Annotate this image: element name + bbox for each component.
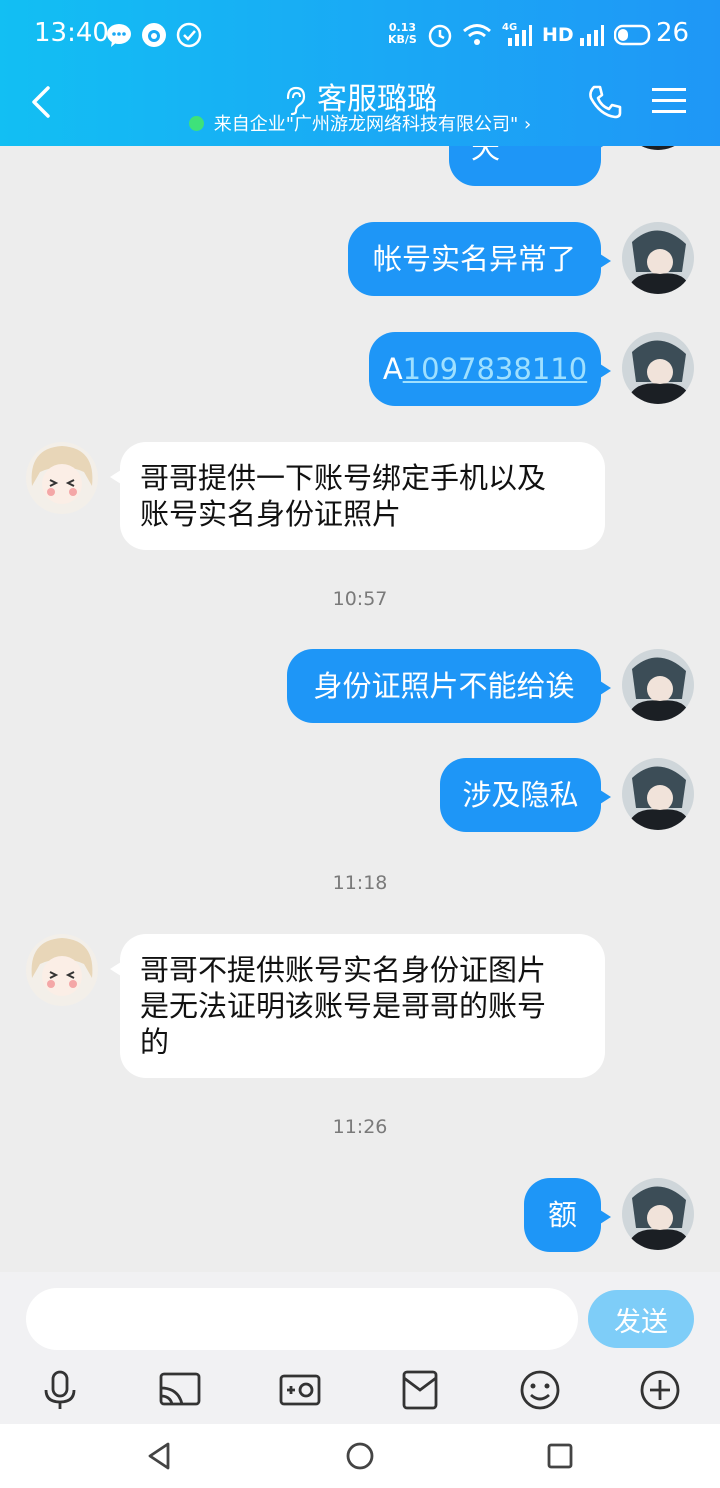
- composer-bar: 发送: [0, 1272, 720, 1424]
- message-text: 额: [547, 1198, 577, 1232]
- message-bubble-outgoing[interactable]: 656老天: [449, 146, 611, 186]
- online-status-dot: [188, 115, 204, 131]
- emoji-icon[interactable]: [518, 1368, 562, 1412]
- status-time: 13:40: [34, 18, 109, 48]
- message-bubble-outgoing[interactable]: 身份证照片不能给诶: [287, 649, 611, 723]
- timestamp: 10:57: [332, 588, 388, 610]
- message-text: 帐号实名异常了: [372, 242, 576, 276]
- message-line: 账号实名身份证照片: [140, 497, 402, 531]
- message-line: 哥哥提供一下账号绑定手机以及: [140, 461, 547, 495]
- battery-icon: [614, 24, 651, 46]
- agent-avatar-image: [26, 934, 98, 1006]
- message-text: 656老天: [471, 146, 501, 165]
- wifi-icon: [463, 24, 491, 45]
- user-avatar[interactable]: [622, 758, 694, 830]
- message-line: 的: [140, 1025, 170, 1059]
- message-bubble-incoming[interactable]: 哥哥不提供账号实名身份证图片 是无法证明该账号是哥哥的账号 的: [110, 934, 605, 1078]
- user-avatar[interactable]: [622, 332, 694, 404]
- nav-back-icon[interactable]: [144, 1440, 176, 1472]
- timestamp: 11:26: [332, 1116, 388, 1138]
- system-nav-bar: [0, 1424, 720, 1488]
- user-avatar-image: [622, 1178, 694, 1250]
- user-avatar[interactable]: [622, 649, 694, 721]
- message-line: 哥哥不提供账号实名身份证图片: [140, 953, 547, 987]
- photo-icon[interactable]: [278, 1368, 322, 1412]
- message-bubble-outgoing[interactable]: 涉及隐私: [440, 758, 611, 832]
- app-notification-icon: [142, 23, 166, 47]
- net-speed: 0.13 KB/S: [388, 22, 417, 46]
- agent-avatar-image: [26, 442, 98, 514]
- user-avatar-image: [622, 758, 694, 830]
- check-circle-icon: [176, 22, 202, 48]
- message-prefix: A: [382, 352, 403, 386]
- user-avatar-image: [622, 332, 694, 404]
- status-bar: 13:40 0.13 KB/S 4G HD 26: [0, 0, 720, 72]
- send-button[interactable]: 发送: [588, 1290, 694, 1348]
- plus-icon[interactable]: [638, 1368, 682, 1412]
- user-avatar-image: [622, 146, 694, 150]
- message-text: 涉及隐私: [462, 778, 579, 812]
- user-avatar[interactable]: [622, 146, 694, 150]
- message-bubble-outgoing[interactable]: 额: [524, 1178, 611, 1252]
- message-bubble-outgoing[interactable]: 帐号实名异常了: [348, 222, 611, 296]
- signal-4g-icon: [508, 25, 532, 46]
- chat-area[interactable]: 656老天 帐号实名异常了 A1097838110 哥哥提供一下账号绑定手机以及…: [0, 146, 720, 1272]
- alarm-icon: [428, 24, 452, 48]
- agent-avatar[interactable]: [26, 934, 98, 1006]
- account-number-link[interactable]: 1097838110: [403, 351, 588, 387]
- timestamp: 11:18: [332, 872, 388, 894]
- message-bubble-outgoing[interactable]: A 1097838110: [369, 332, 611, 406]
- message-text: 身份证照片不能给诶: [313, 669, 575, 703]
- battery-level: 26: [656, 18, 690, 48]
- nav-recents-icon[interactable]: [544, 1440, 576, 1472]
- screen-cast-icon[interactable]: [158, 1368, 202, 1412]
- user-avatar-image: [622, 649, 694, 721]
- agent-avatar[interactable]: [26, 442, 98, 514]
- message-line: 是无法证明该账号是哥哥的账号: [140, 989, 547, 1023]
- user-avatar[interactable]: [622, 1178, 694, 1250]
- net-speed-unit: KB/S: [388, 33, 417, 46]
- message-input[interactable]: [26, 1288, 578, 1350]
- app-header: 13:40 0.13 KB/S 4G HD 26 客服璐璐 来自企业"广州游龙网…: [0, 0, 720, 146]
- red-packet-icon[interactable]: [398, 1368, 442, 1412]
- message-bubble-incoming[interactable]: 哥哥提供一下账号绑定手机以及 账号实名身份证照片: [110, 442, 605, 550]
- user-avatar-image: [622, 222, 694, 294]
- nav-home-icon[interactable]: [344, 1440, 376, 1472]
- hd-label: HD: [542, 24, 574, 46]
- chat-notification-icon: [107, 24, 131, 47]
- company-label: 来自企业"广州游龙网络科技有限公司" ›: [213, 114, 532, 135]
- signal-icon: [580, 25, 604, 46]
- phone-icon[interactable]: [586, 84, 624, 120]
- menu-icon[interactable]: [652, 86, 686, 116]
- user-avatar[interactable]: [622, 222, 694, 294]
- mic-icon[interactable]: [38, 1368, 82, 1412]
